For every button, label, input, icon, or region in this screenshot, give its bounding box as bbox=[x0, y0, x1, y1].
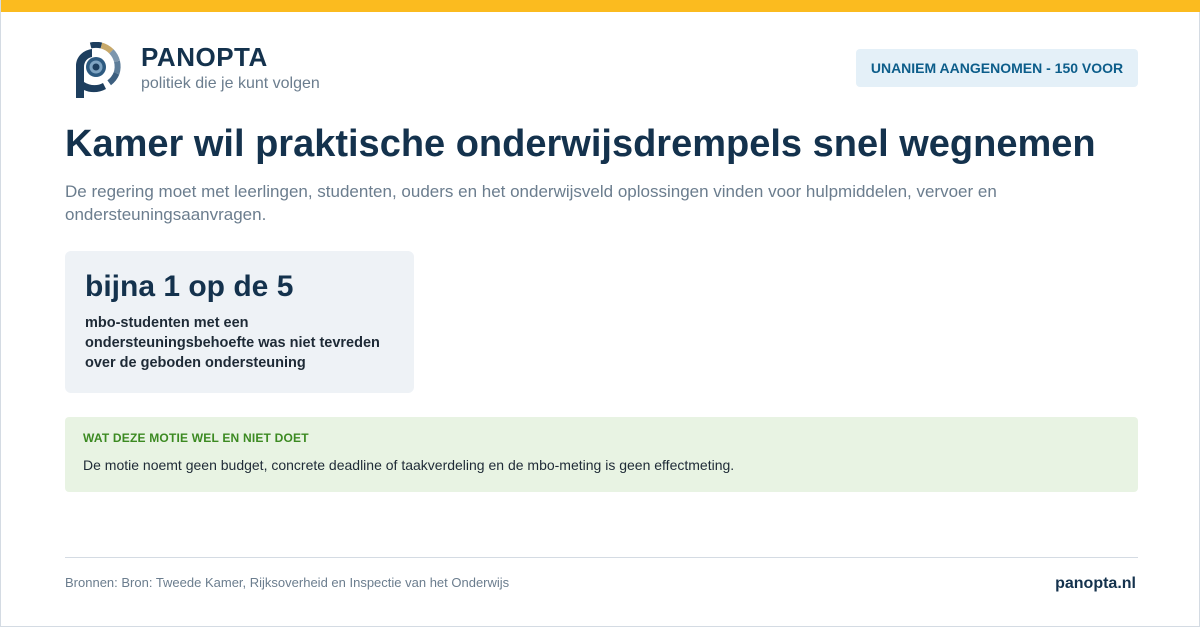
stat-card: bijna 1 op de 5 mbo-studenten met een on… bbox=[65, 251, 414, 393]
footer-divider bbox=[65, 557, 1138, 558]
site-link[interactable]: panopta.nl bbox=[1055, 575, 1136, 593]
motion-note: WAT DEZE MOTIE WEL EN NIET DOET De motie… bbox=[65, 417, 1138, 492]
lead-text: De regering moet met leerlingen, student… bbox=[65, 182, 997, 224]
panopta-eye-logo-icon bbox=[70, 41, 122, 100]
accent-bar bbox=[1, 0, 1200, 12]
brand-name: PANOPTA bbox=[141, 42, 268, 72]
stat-value: bijna 1 op de 5 bbox=[85, 270, 294, 303]
sources-text: Bronnen: Bron: Tweede Kamer, Rijksoverhe… bbox=[65, 575, 510, 590]
note-text: De motie noemt geen budget, concrete dea… bbox=[83, 457, 735, 473]
note-heading: WAT DEZE MOTIE WEL EN NIET DOET bbox=[83, 431, 309, 445]
share-card: PANOPTA politiek die je kunt volgen UNAN… bbox=[0, 0, 1200, 627]
status-badge: UNANIEM AANGENOMEN - 150 VOOR bbox=[856, 49, 1138, 87]
brand-tagline: politiek die je kunt volgen bbox=[141, 75, 320, 92]
stat-label: mbo-studenten met een ondersteuningsbeho… bbox=[85, 315, 380, 371]
headline: Kamer wil praktische onderwijsdrempels s… bbox=[65, 123, 1096, 165]
